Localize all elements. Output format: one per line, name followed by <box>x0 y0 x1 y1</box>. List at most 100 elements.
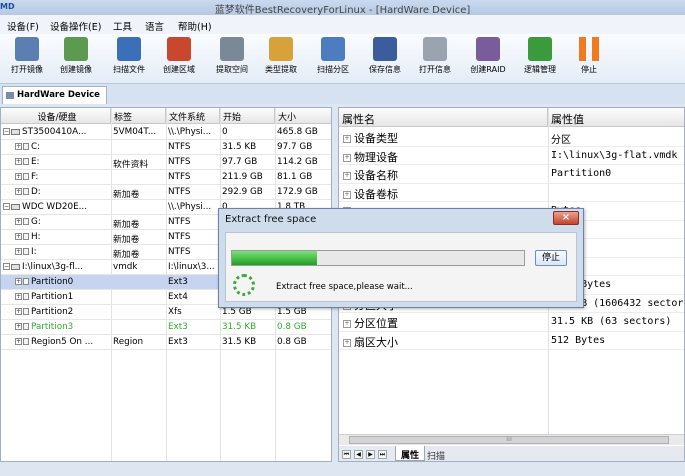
prev-tab-icon[interactable]: ◀ <box>354 450 363 459</box>
expand-icon[interactable]: + <box>15 293 22 300</box>
window-title: 蓝梦软件BestRecoveryForLinux - [HardWare Dev… <box>214 5 471 16</box>
expand-icon[interactable]: + <box>343 320 351 328</box>
cell-start: 292.9 GB <box>222 187 263 197</box>
cell-fs: Ext4 <box>168 292 188 302</box>
device-name: F: <box>31 172 39 182</box>
expand-icon[interactable]: − <box>3 128 10 135</box>
menu-device[interactable]: 设备(F) <box>7 19 39 33</box>
col-filesystem[interactable]: 文件系统 <box>166 108 220 124</box>
expand-icon[interactable]: + <box>15 233 22 240</box>
toolbar-button-create-image[interactable]: 创建镜像 <box>53 37 99 83</box>
menu-help[interactable]: 帮助(H) <box>178 19 212 33</box>
toolbar-label: 创建RAID <box>470 65 506 74</box>
toolbar-label: 停止 <box>581 65 597 74</box>
menu-language[interactable]: 语言 <box>145 19 164 33</box>
expand-icon[interactable]: + <box>343 135 351 143</box>
table-row[interactable]: + F: NTFS 211.9 GB 81.1 GB <box>1 170 331 185</box>
cell-fs: I:\linux\3... <box>168 262 215 272</box>
toolbar-button-create-raid[interactable]: 创建RAID <box>465 37 511 83</box>
tab-properties[interactable]: 属性 <box>395 446 425 461</box>
last-tab-icon[interactable]: ⏭ <box>378 450 387 459</box>
next-tab-icon[interactable]: ▶ <box>366 450 375 459</box>
cell-label: 软件资料 <box>113 160 149 170</box>
scrollbar-thumb[interactable]: ⁞⁞⁞ <box>349 436 669 444</box>
toolbar-button-save-info[interactable]: 保存信息 <box>362 37 408 83</box>
property-row[interactable]: + 物理设备 I:\linux\3g-flat.vmdk <box>339 147 684 165</box>
menu-device-ops[interactable]: 设备操作(E) <box>50 19 101 33</box>
toolbar-button-open-info[interactable]: 打开信息 <box>412 37 458 83</box>
col-start[interactable]: 开始 <box>220 108 275 124</box>
property-row[interactable]: + 设备类型 分区 <box>339 128 684 147</box>
col-property-name[interactable]: 属性名 <box>339 108 548 127</box>
table-row[interactable]: − ST3500410A... 5VM04T... \\.\Physi... 0 465.… <box>1 125 331 140</box>
expand-icon[interactable]: + <box>15 338 22 345</box>
cell-fs: Ext3 <box>168 337 188 347</box>
expand-icon[interactable]: + <box>343 338 351 347</box>
expand-icon[interactable]: + <box>15 308 22 315</box>
expand-icon[interactable]: + <box>343 190 351 199</box>
cell-size: 97.7 GB <box>277 142 313 152</box>
col-device[interactable]: 设备/硬盘 <box>1 108 111 124</box>
expand-icon[interactable]: + <box>15 323 22 330</box>
property-row[interactable]: + 扇区大小 512 Bytes <box>339 332 684 350</box>
table-row[interactable]: + Region5 On ... Region Ext3 31.5 KB 0.8 GB <box>1 335 331 350</box>
expand-icon[interactable]: − <box>3 203 10 210</box>
cell-size: 81.1 GB <box>277 172 313 182</box>
device-name: E: <box>31 157 40 167</box>
partition-icon <box>23 218 29 225</box>
device-name: Partition1 <box>31 292 74 302</box>
property-row[interactable]: + 设备卷标 <box>339 184 684 202</box>
expand-icon[interactable]: + <box>15 143 22 150</box>
expand-icon[interactable]: + <box>343 172 351 180</box>
expand-icon[interactable]: + <box>15 218 22 225</box>
toolbar-button-type-extract[interactable]: 类型提取 <box>258 37 304 83</box>
expand-icon[interactable]: + <box>15 158 22 165</box>
tab-hardware-device[interactable]: HardWare Device <box>2 86 107 104</box>
toolbar-button-scan-partition[interactable]: 扫描分区 <box>310 37 356 83</box>
toolbar-button-create-region[interactable]: 创建区域 <box>156 37 202 83</box>
col-size[interactable]: 大小 <box>275 108 331 124</box>
toolbar-button-stop[interactable]: 停止 <box>566 37 612 83</box>
toolbar: 打开镜像 创建镜像 扫描文件 创建区域 提取空间 类型提取 扫描分区 保存信息 打开信息 创建RA… <box>0 34 685 84</box>
cell-device: + C: <box>15 142 109 152</box>
first-tab-icon[interactable]: ⏮ <box>342 450 351 459</box>
cell-fs: Ext3 <box>168 322 188 332</box>
expand-icon[interactable]: + <box>15 248 22 255</box>
device-name: H: <box>31 232 41 242</box>
cell-device: + Partition3 <box>15 322 109 332</box>
expand-icon[interactable]: + <box>15 173 22 180</box>
col-property-value[interactable]: 属性值 <box>548 108 684 127</box>
table-row[interactable]: + D: 新加卷 NTFS 292.9 GB 172.9 GB <box>1 185 331 200</box>
toolbar-button-open-image[interactable]: 打开镜像 <box>4 37 50 83</box>
expand-icon[interactable]: + <box>15 278 22 285</box>
cell-size: 0.8 GB <box>277 322 307 332</box>
device-name: I: <box>31 247 37 257</box>
close-button[interactable]: × <box>553 211 579 225</box>
progress-fill <box>232 251 317 265</box>
cell-fs: NTFS <box>168 187 191 197</box>
table-row[interactable]: + Partition3 Ext3 31.5 KB 0.8 GB <box>1 320 331 335</box>
toolbar-button-scan-file[interactable]: 扫描文件 <box>106 37 152 83</box>
partition-icon <box>23 323 29 330</box>
stop-button[interactable]: 停止 <box>535 250 567 266</box>
table-row[interactable]: + C: NTFS 31.5 KB 97.7 GB <box>1 140 331 155</box>
toolbar-button-extract-space[interactable]: 提取空间 <box>209 37 255 83</box>
menu-tools[interactable]: 工具 <box>113 19 132 33</box>
table-row[interactable]: + E: 软件资料 NTFS 97.7 GB 114.2 GB <box>1 155 331 170</box>
disk-icon <box>11 128 20 135</box>
col-label[interactable]: 标签 <box>111 108 166 124</box>
cell-fs: Xfs <box>168 307 182 317</box>
property-row[interactable]: + 分区位置 31.5 KB (63 sectors) <box>339 313 684 332</box>
expand-icon[interactable]: + <box>343 153 351 162</box>
expand-icon[interactable]: + <box>15 188 22 195</box>
expand-icon[interactable]: − <box>3 263 10 270</box>
disk-icon <box>11 263 20 270</box>
extract-space-icon <box>220 37 244 61</box>
cell-fs: Ext3 <box>168 277 188 287</box>
tab-scan[interactable]: 扫描 <box>427 447 445 461</box>
cell-size: 172.9 GB <box>277 187 318 197</box>
property-row[interactable]: + 设备名称 Partition0 <box>339 165 684 184</box>
toolbar-button-logic-manage[interactable]: 逻辑管理 <box>517 37 563 83</box>
bottom-tab-bar: ⏮ ◀ ▶ ⏭ 属性 扫描 <box>339 446 684 461</box>
horizontal-scrollbar[interactable]: ⁞⁞⁞ <box>339 434 684 445</box>
